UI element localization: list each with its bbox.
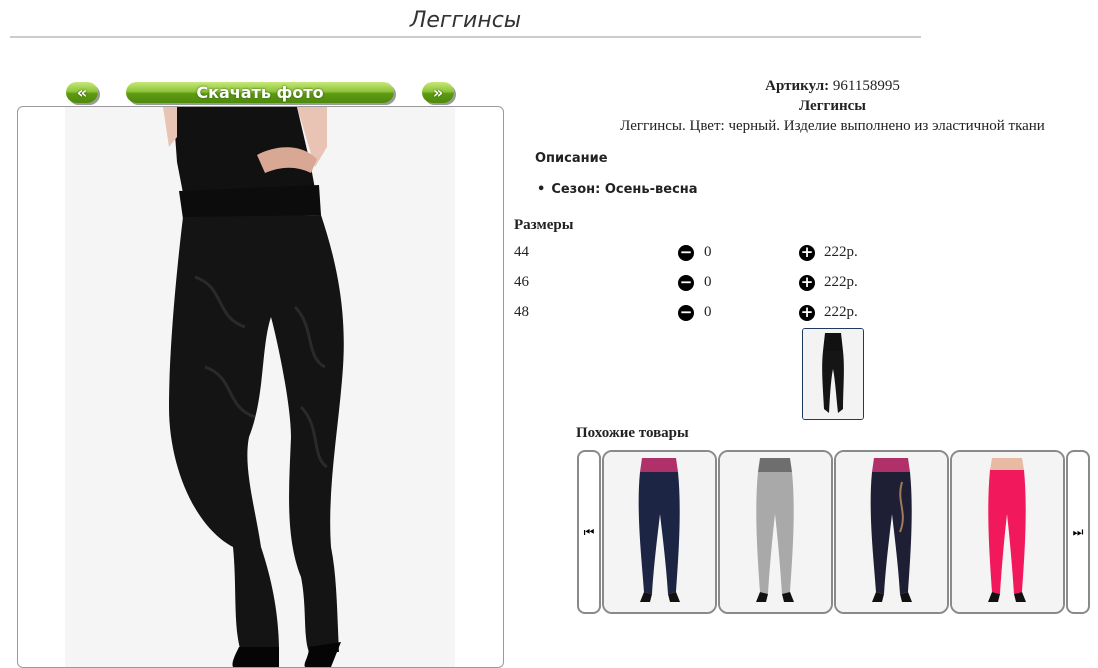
minus-circle-icon[interactable]: −	[678, 245, 694, 261]
leggings-thumbnail-illustration	[803, 329, 863, 419]
skip-forward-icon: ⏭	[1072, 525, 1084, 539]
size-row: 46 − 0 + 222р.	[514, 274, 1074, 294]
similar-item[interactable]	[602, 450, 717, 614]
product-articul: Артикул: 961158995	[540, 78, 1098, 95]
download-photo-button[interactable]: Скачать фото	[126, 82, 394, 103]
bullet-icon: •	[537, 182, 546, 197]
plus-circle-icon[interactable]: +	[799, 275, 815, 291]
similar-heading: Похожие товары	[576, 425, 689, 441]
plus-circle-icon[interactable]: +	[799, 305, 815, 321]
plus-circle-icon[interactable]: +	[799, 245, 815, 261]
similar-item-navy-print-illustration	[836, 452, 947, 612]
similar-item[interactable]	[718, 450, 833, 614]
leggings-model-illustration	[65, 107, 455, 667]
prev-photo-button[interactable]: «	[66, 82, 98, 103]
articul-label: Артикул:	[765, 78, 830, 94]
minus-circle-icon[interactable]: −	[678, 275, 694, 291]
price-value: 222р.	[824, 304, 858, 320]
title-divider	[10, 36, 921, 38]
minus-circle-icon[interactable]: −	[678, 305, 694, 321]
similar-item-pink-illustration	[952, 452, 1063, 612]
product-thumbnail[interactable]	[802, 328, 864, 420]
season-text: Сезон: Осень-весна	[551, 182, 698, 197]
product-description: Леггинсы. Цвет: черный. Изделие выполнен…	[620, 118, 1045, 134]
size-value: 48	[514, 304, 529, 320]
similar-item-navy-illustration	[604, 452, 715, 612]
main-photo-frame	[17, 106, 504, 668]
quantity-value: 0	[704, 274, 712, 290]
size-value: 44	[514, 244, 529, 260]
sizes-heading: Размеры	[514, 217, 574, 233]
similar-item[interactable]	[834, 450, 949, 614]
quantity-value: 0	[704, 304, 712, 320]
description-heading: Описание	[535, 151, 608, 166]
price-value: 222р.	[824, 244, 858, 260]
skip-back-icon: ⏮	[583, 525, 595, 539]
price-value: 222р.	[824, 274, 858, 290]
carousel-prev-button[interactable]: ⏮	[577, 450, 601, 614]
main-product-photo[interactable]	[65, 107, 455, 667]
size-row: 48 − 0 + 222р.	[514, 304, 1074, 324]
size-row: 44 − 0 + 222р.	[514, 244, 1074, 264]
product-name: Леггинсы	[798, 98, 866, 114]
quantity-value: 0	[704, 244, 712, 260]
next-photo-button[interactable]: »	[422, 82, 454, 103]
carousel-next-button[interactable]: ⏭	[1066, 450, 1090, 614]
articul-value: 961158995	[832, 78, 900, 94]
page-title: Леггинсы	[409, 8, 522, 33]
similar-item[interactable]	[950, 450, 1065, 614]
similar-item-gray-illustration	[720, 452, 831, 612]
season-item: • Сезон: Осень-весна	[537, 182, 698, 197]
size-value: 46	[514, 274, 529, 290]
